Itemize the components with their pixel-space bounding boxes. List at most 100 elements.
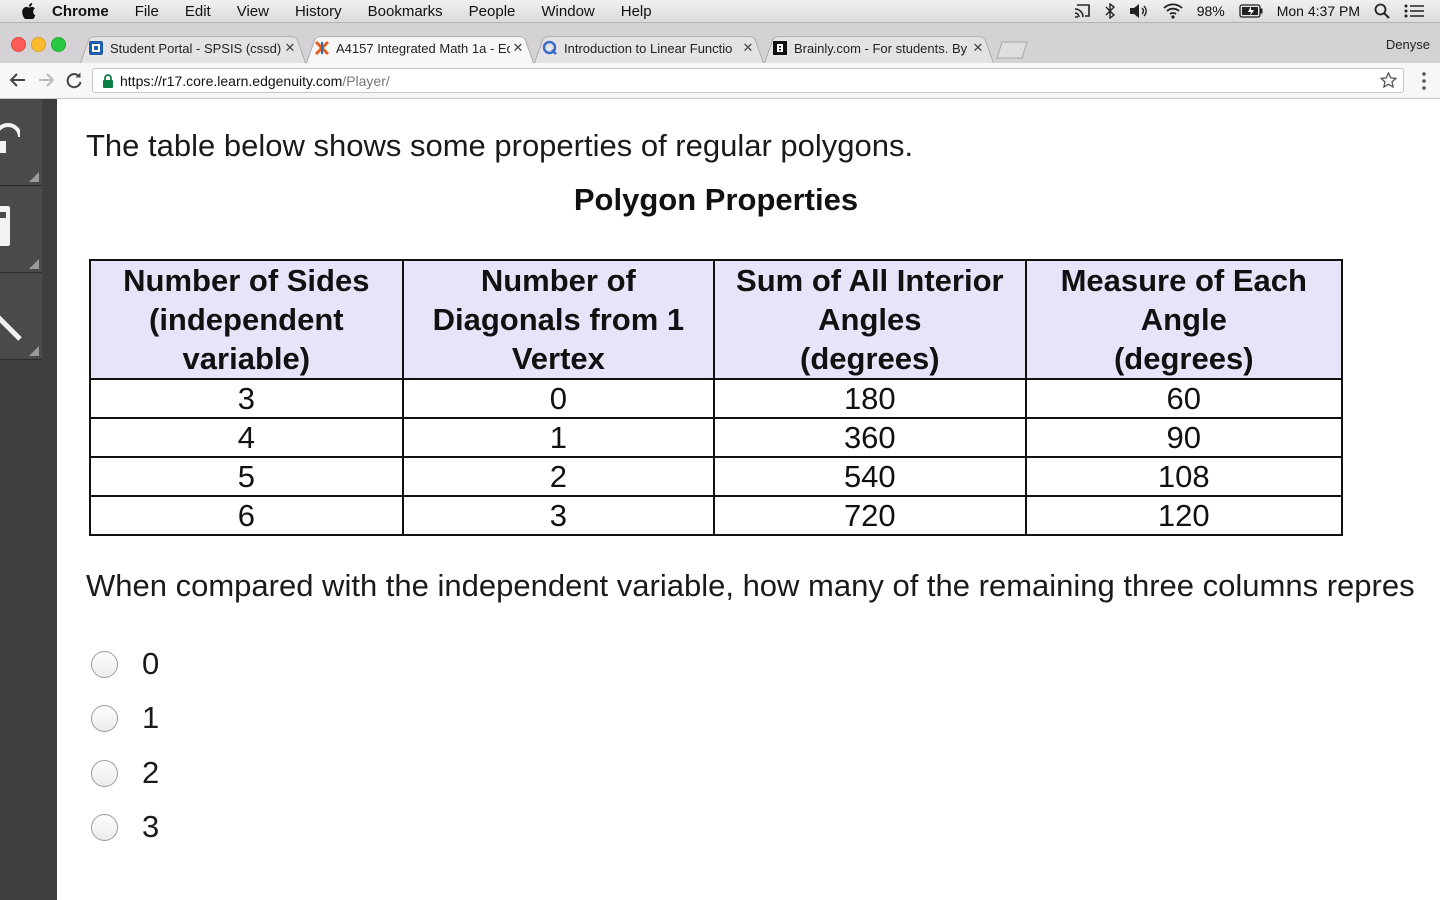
tab-title: A4157 Integrated Math 1a - Ed xyxy=(336,41,510,56)
brainly-favicon-icon xyxy=(772,40,788,56)
minimize-window-button[interactable] xyxy=(31,37,46,52)
notification-center-icon[interactable] xyxy=(1404,4,1424,18)
radio-button[interactable] xyxy=(91,760,118,787)
tab-brainly[interactable]: Brainly.com - For students. By ✕ xyxy=(764,33,994,63)
sidebar-highlighter-button[interactable] xyxy=(0,273,42,360)
menu-bookmarks[interactable]: Bookmarks xyxy=(368,3,443,20)
menu-edit[interactable]: Edit xyxy=(185,3,211,20)
wifi-icon[interactable] xyxy=(1163,3,1183,19)
menu-clock[interactable]: Mon 4:37 PM xyxy=(1277,3,1360,19)
menu-history[interactable]: History xyxy=(295,3,342,20)
back-arrow-icon[interactable] xyxy=(8,70,28,90)
fullscreen-window-button[interactable] xyxy=(51,37,66,52)
secure-lock-icon[interactable] xyxy=(102,74,114,88)
answer-label: 3 xyxy=(142,809,159,845)
apple-menu-icon[interactable] xyxy=(22,3,36,19)
radio-button[interactable] xyxy=(91,814,118,841)
calculator-icon xyxy=(0,206,12,250)
table-cell: 4 xyxy=(90,418,403,457)
table-cell: 5 xyxy=(90,457,403,496)
radio-button[interactable] xyxy=(91,705,118,732)
table-cell: 3 xyxy=(90,379,403,418)
address-bar[interactable]: https://r17.core.learn.edgenuity.com/Pla… xyxy=(92,68,1404,93)
close-tab-icon[interactable]: ✕ xyxy=(282,40,298,56)
table-row: 4 1 360 90 xyxy=(90,418,1342,457)
question-text: When compared with the independent varia… xyxy=(86,568,1415,604)
profile-name[interactable]: Denyse xyxy=(1386,37,1430,52)
lesson-content: The table below shows some properties of… xyxy=(57,99,1440,900)
header-number-of-sides: Number of Sides (independent variable) xyxy=(90,260,403,379)
quizlet-favicon-icon xyxy=(542,40,558,56)
new-tab-button[interactable] xyxy=(996,41,1028,59)
table-cell: 720 xyxy=(714,496,1025,535)
sidebar-audio-button[interactable] xyxy=(0,99,42,186)
cast-icon[interactable] xyxy=(1073,3,1091,19)
answer-option-0[interactable]: 0 xyxy=(91,644,159,684)
answer-label: 1 xyxy=(142,700,159,736)
answer-option-3[interactable]: 3 xyxy=(91,807,159,847)
header-measure-each-angle: Measure of Each Angle (degrees) xyxy=(1026,260,1342,379)
tab-integrated-math[interactable]: A4157 Integrated Math 1a - Ed ✕ xyxy=(306,33,534,63)
close-tab-icon[interactable]: ✕ xyxy=(970,40,986,56)
table-cell: 6 xyxy=(90,496,403,535)
tab-student-portal[interactable]: Student Portal - SPSIS (cssd) ✕ xyxy=(80,33,306,63)
volume-icon[interactable] xyxy=(1129,3,1149,19)
sidebar-calculator-button[interactable] xyxy=(0,186,42,273)
expand-corner-icon xyxy=(29,259,39,269)
url-host: https://r17.core.learn.edgenuity.com xyxy=(120,73,342,89)
close-tab-icon[interactable]: ✕ xyxy=(740,40,756,56)
table-cell: 360 xyxy=(714,418,1025,457)
battery-icon[interactable] xyxy=(1239,4,1263,18)
close-window-button[interactable] xyxy=(11,37,26,52)
bluetooth-icon[interactable] xyxy=(1105,3,1115,19)
table-cell: 60 xyxy=(1026,379,1342,418)
table-cell: 3 xyxy=(403,496,714,535)
menu-people[interactable]: People xyxy=(469,3,516,20)
table-row: 5 2 540 108 xyxy=(90,457,1342,496)
polygon-properties-table: Number of Sides (independent variable) Num… xyxy=(89,259,1343,536)
browser-toolbar: https://r17.core.learn.edgenuity.com/Pla… xyxy=(0,63,1440,99)
menu-help[interactable]: Help xyxy=(621,3,652,20)
table-cell: 180 xyxy=(714,379,1025,418)
bookmark-star-icon[interactable] xyxy=(1380,72,1397,89)
table-row: 3 0 180 60 xyxy=(90,379,1342,418)
menu-app-name[interactable]: Chrome xyxy=(52,3,109,20)
menu-file[interactable]: File xyxy=(135,3,159,20)
spotlight-search-icon[interactable] xyxy=(1374,3,1390,19)
battery-percent: 98% xyxy=(1197,3,1225,19)
pen-icon xyxy=(0,293,26,343)
tab-title: Brainly.com - For students. By xyxy=(794,41,970,56)
table-cell: 120 xyxy=(1026,496,1342,535)
header-sum-interior-angles: Sum of All Interior Angles (degrees) xyxy=(714,260,1025,379)
menu-window[interactable]: Window xyxy=(541,3,594,20)
table-cell: 1 xyxy=(403,418,714,457)
radio-button[interactable] xyxy=(91,651,118,678)
chrome-menu-icon[interactable] xyxy=(1422,72,1426,90)
menu-view[interactable]: View xyxy=(237,3,269,20)
answer-label: 0 xyxy=(142,646,159,682)
headphones-icon xyxy=(0,119,20,159)
intro-text: The table below shows some properties of… xyxy=(86,128,913,164)
expand-corner-icon xyxy=(29,172,39,182)
expand-corner-icon xyxy=(29,346,39,356)
table-cell: 108 xyxy=(1026,457,1342,496)
reload-icon[interactable] xyxy=(64,70,84,90)
header-diagonals: Number of Diagonals from 1 Vertex xyxy=(403,260,714,379)
table-title: Polygon Properties xyxy=(57,182,1375,218)
forward-arrow-icon[interactable] xyxy=(36,70,56,90)
table-cell: 540 xyxy=(714,457,1025,496)
tab-title: Student Portal - SPSIS (cssd) xyxy=(110,41,282,56)
url-path: /Player/ xyxy=(342,73,389,89)
table-cell: 0 xyxy=(403,379,714,418)
portal-favicon-icon xyxy=(88,40,104,56)
table-cell: 90 xyxy=(1026,418,1342,457)
table-cell: 2 xyxy=(403,457,714,496)
table-header-row: Number of Sides (independent variable) Num… xyxy=(90,260,1342,379)
edgenuity-favicon-icon xyxy=(314,40,330,56)
answer-option-1[interactable]: 1 xyxy=(91,698,159,738)
answer-option-2[interactable]: 2 xyxy=(91,753,159,793)
tab-linear-functions[interactable]: Introduction to Linear Functio ✕ xyxy=(534,33,764,63)
close-tab-icon[interactable]: ✕ xyxy=(510,40,526,56)
chrome-tab-strip: Student Portal - SPSIS (cssd) ✕ A4157 In… xyxy=(0,23,1440,63)
mac-menu-bar: Chrome File Edit View History Bookmarks … xyxy=(0,0,1440,23)
